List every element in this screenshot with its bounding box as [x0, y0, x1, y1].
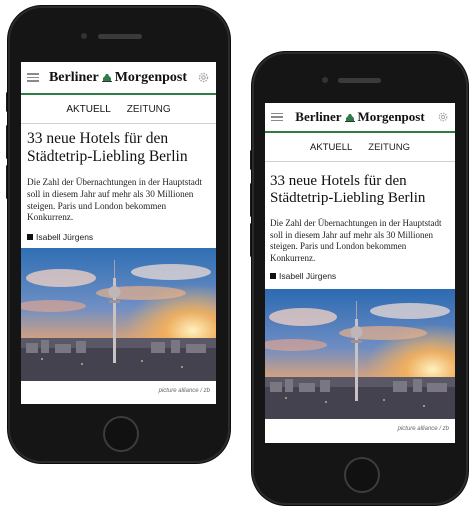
bear-crest-icon — [101, 74, 112, 82]
bear-crest-icon — [344, 113, 355, 122]
app-header: Berliner Morgenpost — [265, 103, 455, 133]
headline-line-1: 33 neue Hotels für den — [27, 130, 169, 147]
brand-name-left: Berliner — [48, 69, 99, 85]
earpiece-speaker — [338, 78, 381, 83]
headline-line-2: Städtetrip-Liebling Berlin — [270, 190, 426, 207]
headline-line-2: Städtetrip-Liebling Berlin — [27, 147, 188, 165]
article-teaser: Die Zahl der Übernachtungen in der Haupt… — [27, 177, 203, 223]
app-header: Berliner Morgenpost — [21, 62, 216, 95]
article-teaser: Die Zahl der Übernachtungen in der Haupt… — [270, 218, 442, 263]
home-button[interactable] — [344, 457, 380, 493]
front-camera — [322, 77, 328, 83]
front-camera — [81, 33, 87, 39]
author-name: Isabell Jürgens — [279, 271, 337, 281]
tab-aktuell[interactable]: AKTUELL — [310, 142, 352, 153]
brand-name-right: Morgenpost — [114, 69, 188, 85]
image-credit: picture alliance / zb — [158, 388, 210, 394]
article-headline[interactable]: 33 neue Hotels für den Städtetrip-Liebli… — [27, 130, 212, 166]
gear-icon[interactable] — [197, 71, 210, 84]
gear-icon[interactable] — [437, 111, 449, 123]
section-tabs: AKTUELL ZEITUNG — [21, 95, 216, 124]
tab-aktuell[interactable]: AKTUELL — [66, 104, 110, 115]
phone-right: Berliner Morgenpost AKTUELL ZEITUNG 33 n… — [252, 52, 468, 505]
article-author: Isabell Jürgens — [270, 271, 336, 281]
home-button[interactable] — [103, 416, 139, 452]
hamburger-menu-icon[interactable] — [271, 112, 283, 122]
hero-image[interactable] — [21, 248, 216, 381]
author-name: Isabell Jürgens — [36, 232, 94, 242]
author-marker — [27, 234, 33, 240]
brand-logo[interactable]: Berliner Morgenpost — [49, 70, 187, 86]
section-tabs: AKTUELL ZEITUNG — [265, 133, 455, 162]
image-credit: picture alliance / zb — [397, 426, 449, 432]
screen: Berliner Morgenpost AKTUELL ZEITUNG 33 n… — [265, 103, 455, 443]
hero-image[interactable] — [265, 289, 455, 419]
earpiece-speaker — [98, 34, 142, 39]
hamburger-menu-icon[interactable] — [27, 73, 39, 82]
tab-zeitung[interactable]: ZEITUNG — [368, 142, 410, 153]
article-headline[interactable]: 33 neue Hotels für den Städtetrip-Liebli… — [270, 173, 452, 208]
headline-line-1: 33 neue Hotels für den — [270, 173, 407, 189]
phone-left: Berliner Morgenpost AKTUELL ZEITUNG 33 n… — [8, 6, 230, 463]
article-author: Isabell Jürgens — [27, 232, 93, 242]
tab-zeitung[interactable]: ZEITUNG — [127, 104, 171, 115]
brand-name-right: Morgenpost — [357, 109, 425, 124]
brand-name-left: Berliner — [295, 109, 342, 124]
author-marker — [270, 273, 276, 279]
screen: Berliner Morgenpost AKTUELL ZEITUNG 33 n… — [21, 62, 216, 404]
brand-logo[interactable]: Berliner Morgenpost — [295, 109, 424, 125]
